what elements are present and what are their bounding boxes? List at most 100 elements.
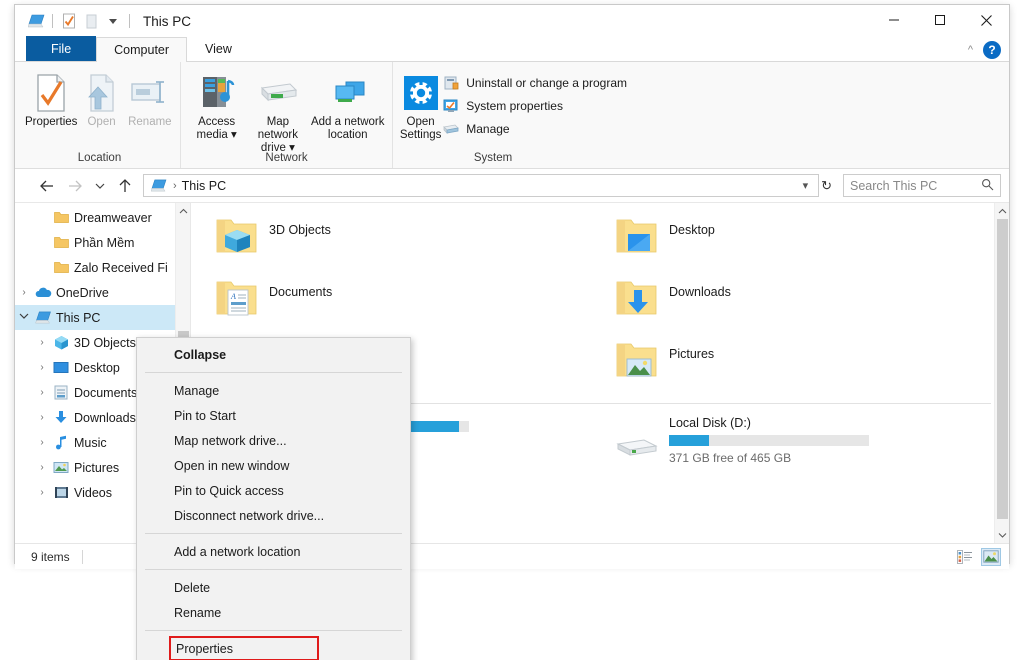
recent-locations-button[interactable]	[89, 173, 111, 199]
scrollbar-thumb[interactable]	[997, 219, 1008, 519]
pc-icon	[33, 311, 53, 325]
chevron-up-icon[interactable]	[995, 203, 1009, 219]
arrow-up-icon	[118, 178, 132, 194]
ribbon: Properties Open	[15, 62, 1009, 169]
folder-3d-objects-icon	[209, 211, 265, 263]
nav-label: Documents	[74, 386, 137, 400]
nav-chevron[interactable]: ›	[33, 362, 51, 373]
context-menu-item-properties[interactable]: Properties	[169, 636, 319, 660]
nav-label: Desktop	[74, 361, 120, 375]
close-button[interactable]	[963, 5, 1009, 35]
map-network-drive-button[interactable]: Map network drive ▾	[246, 66, 309, 155]
nav-item-onedrive[interactable]: › OneDrive	[15, 280, 190, 305]
folder-item-pictures[interactable]: Pictures	[609, 335, 1009, 397]
manage-label: Manage	[466, 122, 509, 136]
open-button[interactable]: Open	[77, 66, 125, 129]
tab-computer[interactable]: Computer	[96, 37, 187, 62]
chevron-up-icon[interactable]	[176, 203, 190, 219]
chevron-up-icon[interactable]: ^	[968, 44, 973, 56]
context-menu-item-rename[interactable]: Rename	[137, 600, 410, 625]
properties-button[interactable]: Properties	[25, 66, 77, 129]
context-menu-item-delete[interactable]: Delete	[137, 575, 410, 600]
chevron-down-icon	[94, 181, 106, 191]
folder-item-documents[interactable]: A Documents	[209, 273, 609, 335]
context-menu-separator	[145, 372, 402, 373]
search-box[interactable]: Search This PC	[843, 174, 1001, 197]
breadcrumb-path[interactable]: This PC	[182, 179, 797, 193]
search-icon[interactable]	[981, 178, 994, 194]
large-icons-view-icon[interactable]	[981, 548, 1001, 566]
folder-icon	[51, 236, 71, 249]
ribbon-group-location-label: Location	[19, 152, 180, 168]
nav-label: OneDrive	[56, 286, 109, 300]
maximize-button[interactable]	[917, 5, 963, 35]
search-input[interactable]: Search This PC	[850, 179, 981, 193]
context-menu: Collapse Manage Pin to Start Map network…	[136, 337, 411, 660]
open-settings-button[interactable]: Open Settings	[399, 66, 442, 142]
nav-label: This PC	[56, 311, 100, 325]
uninstall-program-button[interactable]: Uninstall or change a program	[442, 74, 627, 92]
nav-item-zalo-received-files[interactable]: Zalo Received Fi	[15, 255, 190, 280]
folder-item-3d-objects[interactable]: 3D Objects	[209, 211, 609, 273]
nav-chevron-expanded[interactable]	[15, 312, 33, 323]
drive-item-d[interactable]: Local Disk (D:) 371 GB free of 465 GB	[609, 414, 1009, 465]
nav-label: Pictures	[74, 461, 119, 475]
minimize-button[interactable]	[871, 5, 917, 35]
folder-item-downloads[interactable]: Downloads	[609, 273, 1009, 335]
rename-button[interactable]: Rename	[126, 66, 174, 129]
context-menu-item-manage[interactable]: Manage	[137, 378, 410, 403]
folder-item-desktop[interactable]: Desktop	[609, 211, 1009, 273]
nav-chevron[interactable]: ›	[33, 387, 51, 398]
context-menu-item-add-a-network-location[interactable]: Add a network location	[137, 539, 410, 564]
add-network-location-icon	[326, 72, 370, 114]
dropdown-caret-icon[interactable]	[102, 10, 124, 32]
system-properties-button[interactable]: System properties	[442, 97, 627, 115]
pc-icon[interactable]	[25, 10, 47, 32]
nav-chevron[interactable]: ›	[33, 412, 51, 423]
help-icon[interactable]: ?	[983, 41, 1001, 59]
folder-label: Documents	[269, 285, 332, 299]
nav-item-this-pc[interactable]: This PC	[15, 305, 190, 330]
nav-chevron[interactable]: ›	[33, 437, 51, 448]
nav-chevron[interactable]: ›	[33, 337, 51, 348]
context-menu-item-map-network-drive[interactable]: Map network drive...	[137, 428, 410, 453]
view-toggle-group	[955, 548, 1001, 566]
back-button[interactable]	[33, 173, 61, 199]
access-media-button[interactable]: Access media ▾	[187, 66, 246, 142]
arrow-left-icon	[39, 179, 55, 193]
manage-button[interactable]: Manage	[442, 120, 627, 138]
system-properties-label: System properties	[466, 99, 563, 113]
settings-gear-icon	[402, 72, 440, 114]
address-bar[interactable]: › This PC ▾	[143, 174, 819, 197]
new-folder-icon[interactable]	[80, 10, 102, 32]
folder-icon	[51, 211, 71, 224]
context-menu-item-disconnect-network-drive[interactable]: Disconnect network drive...	[137, 503, 410, 528]
ribbon-group-system-label: System	[353, 152, 633, 168]
add-network-location-button[interactable]: Add a network location	[309, 66, 386, 142]
properties-check-icon[interactable]	[58, 10, 80, 32]
breadcrumb-separator: ›	[173, 180, 177, 192]
system-small-buttons: Uninstall or change a program	[442, 66, 627, 138]
context-menu-item-collapse[interactable]: Collapse	[137, 342, 410, 367]
up-button[interactable]	[111, 173, 139, 199]
context-menu-separator	[145, 533, 402, 534]
chevron-down-icon[interactable]	[995, 527, 1009, 543]
context-menu-item-pin-to-start[interactable]: Pin to Start	[137, 403, 410, 428]
nav-chevron[interactable]: ›	[33, 462, 51, 473]
content-scrollbar[interactable]	[994, 203, 1009, 543]
tab-view[interactable]: View	[187, 36, 250, 61]
documents-icon	[51, 385, 71, 400]
details-view-icon[interactable]	[955, 548, 975, 566]
window-title: This PC	[143, 14, 191, 29]
context-menu-item-pin-to-quick-access[interactable]: Pin to Quick access	[137, 478, 410, 503]
chevron-down-icon[interactable]: ▾	[797, 179, 815, 192]
nav-chevron[interactable]: ›	[15, 287, 33, 298]
nav-chevron[interactable]: ›	[33, 487, 51, 498]
tab-file[interactable]: File	[26, 36, 96, 61]
nav-item-dreamweaver[interactable]: Dreamweaver	[15, 205, 190, 230]
nav-item-phan-mem[interactable]: Phần Mềm	[15, 230, 190, 255]
forward-button[interactable]	[61, 173, 89, 199]
context-menu-item-open-in-new-window[interactable]: Open in new window	[137, 453, 410, 478]
chevron-down-icon[interactable]: ▾	[231, 129, 237, 141]
refresh-icon[interactable]: ↻	[819, 178, 837, 194]
